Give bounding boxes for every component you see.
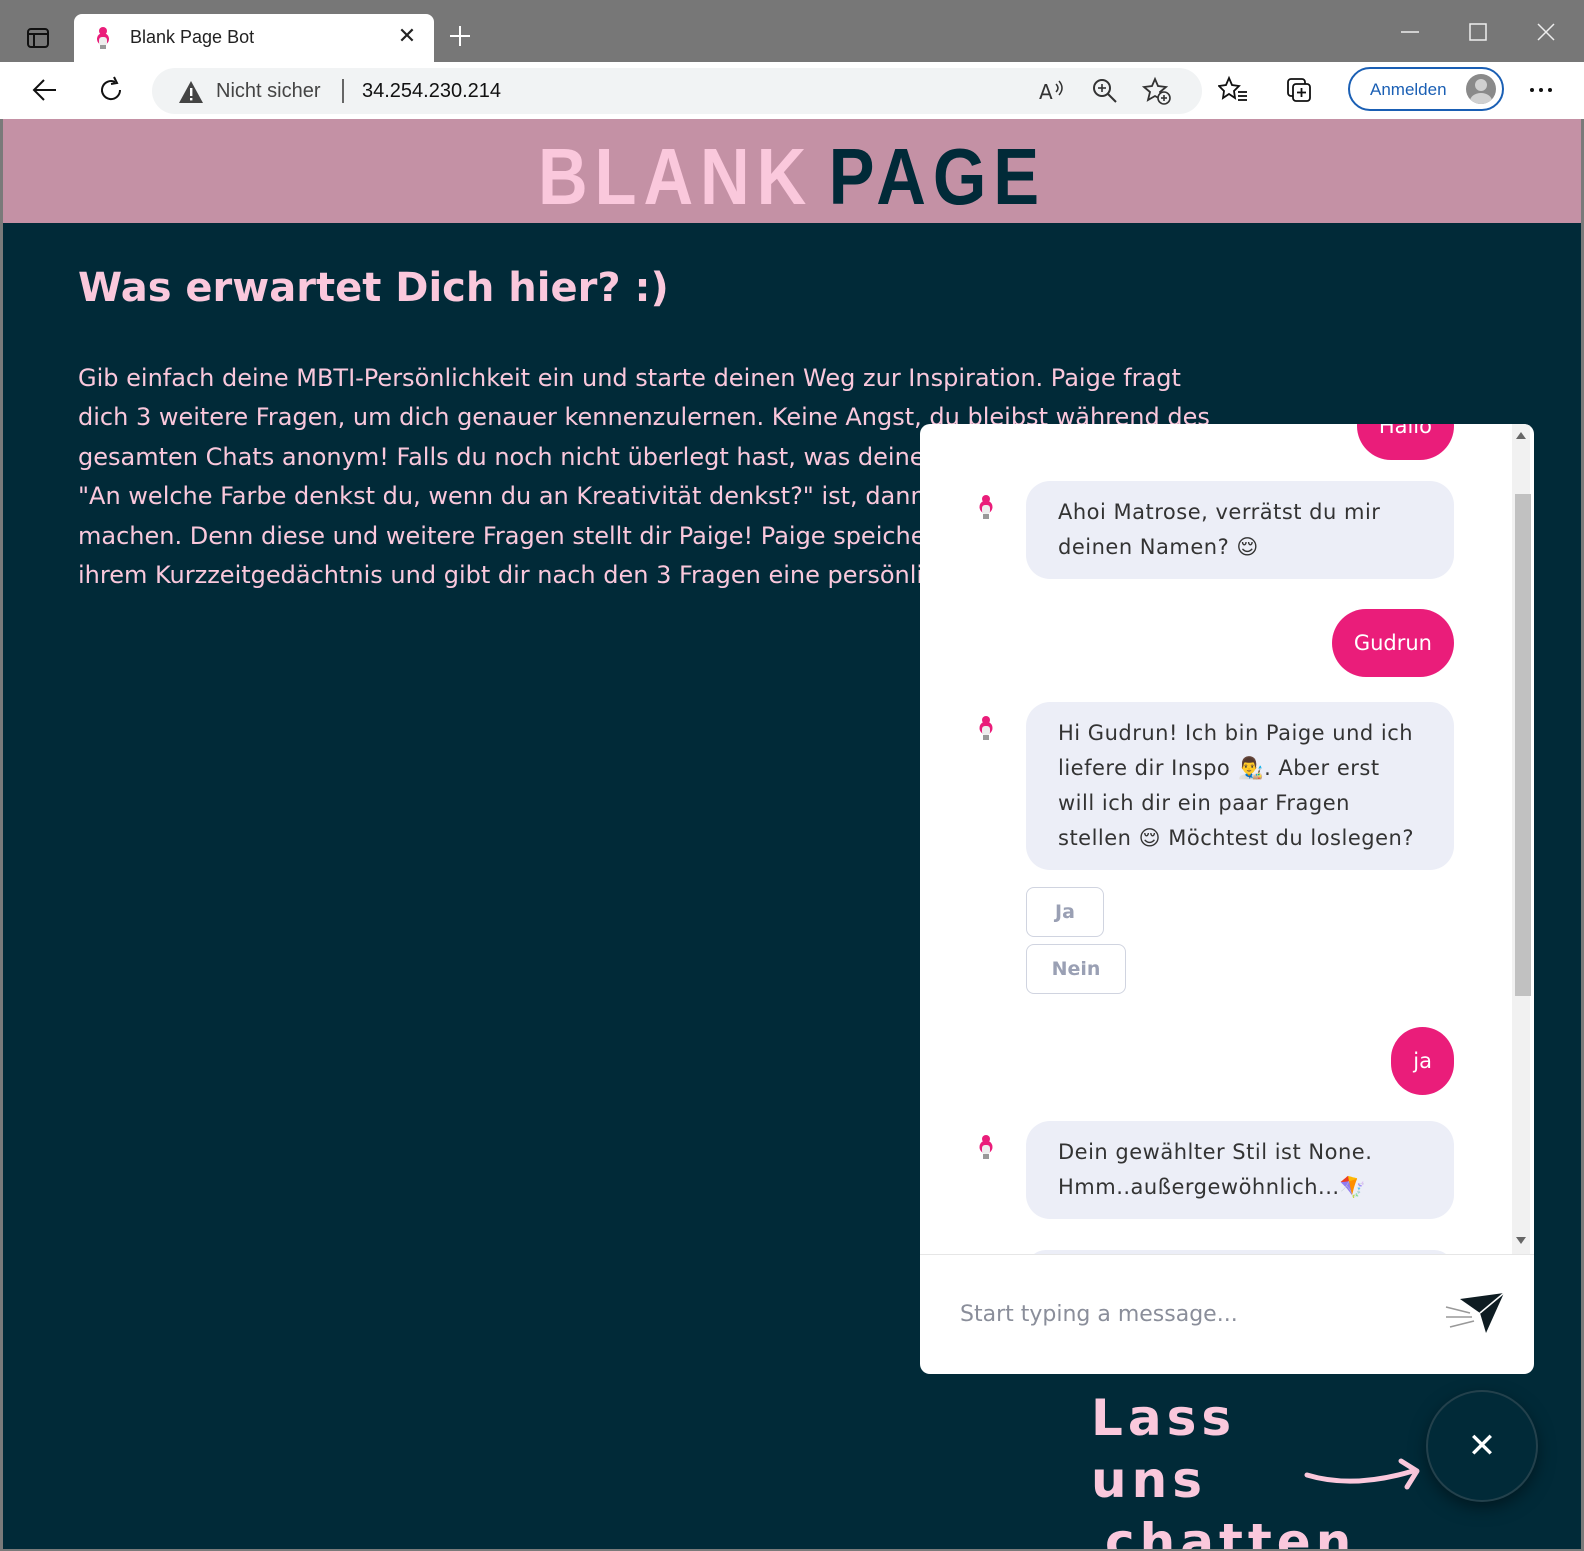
address-bar[interactable]: Nicht sicher 34.254.230.214 A (152, 68, 1202, 114)
message-input[interactable] (958, 1293, 1442, 1335)
tab-title: Blank Page Bot (130, 27, 255, 47)
read-aloud-icon[interactable]: A (1036, 76, 1066, 106)
signin-button[interactable]: Anmelden (1348, 67, 1504, 111)
back-icon[interactable] (30, 75, 60, 105)
close-chat-button[interactable]: ✕ (1428, 1392, 1536, 1500)
scroll-thumb[interactable] (1515, 494, 1531, 996)
chat-messages[interactable]: Hallo Ahoi Matrose, verrätst du mir dein… (920, 424, 1534, 1254)
site-header: BLANK PAGE (3, 119, 1581, 223)
user-message: Gudrun (1331, 609, 1454, 677)
bot-message: Hi Gudrun! Ich bin Paige und ich liefere… (1026, 702, 1454, 870)
browser-window: Blank Page Bot ✕ Nicht sicher 34.254.230… (0, 0, 1584, 1551)
address-separator (342, 79, 344, 103)
bot-message: Dein gewählter Stil ist None. Hmm..außer… (1026, 1121, 1454, 1219)
page-heading: Was erwartet Dich hier? :) (78, 265, 669, 311)
bot-avatar-icon (979, 716, 993, 740)
tab-blank-page-bot[interactable]: Blank Page Bot ✕ (74, 14, 434, 62)
collections-icon[interactable] (1284, 75, 1314, 105)
reload-icon[interactable] (96, 75, 126, 105)
scroll-up-arrow[interactable] (1516, 432, 1526, 439)
bot-avatar-icon (979, 1135, 993, 1159)
minimize-icon[interactable] (1398, 20, 1422, 44)
more-icon[interactable] (1526, 75, 1556, 105)
close-icon: ✕ (1467, 1426, 1497, 1466)
tab-strip: Blank Page Bot ✕ (0, 0, 1584, 62)
not-secure-label[interactable]: Nicht sicher (216, 80, 320, 103)
maximize-icon[interactable] (1466, 20, 1490, 44)
site-logo[interactable]: BLANK PAGE (113, 131, 1470, 223)
signin-label: Anmelden (1370, 80, 1447, 99)
tab-close-icon[interactable]: ✕ (394, 24, 420, 50)
chat-input-row (920, 1254, 1534, 1374)
browser-toolbar: Nicht sicher 34.254.230.214 A Anmelden (0, 62, 1584, 119)
user-message: Hallo (1356, 424, 1454, 460)
new-tab-icon[interactable] (446, 22, 474, 50)
cta-line2: chatten (1105, 1513, 1357, 1549)
web-page: BLANK PAGE Was erwartet Dich hier? :) Gib… (3, 119, 1581, 1549)
bot-message: Ahoi Matrose, verrätst du mir deinen Nam… (1026, 481, 1454, 579)
logo-page: PAGE (828, 132, 1047, 221)
warning-icon[interactable] (178, 80, 204, 104)
cta-arrow-icon (1304, 1458, 1420, 1490)
user-message: ja (1391, 1027, 1454, 1095)
chat-widget: Hallo Ahoi Matrose, verrätst du mir dein… (920, 424, 1534, 1374)
favicon-icon (97, 27, 109, 49)
svg-text:A: A (1039, 80, 1053, 104)
zoom-icon[interactable] (1090, 76, 1120, 106)
bot-avatar-icon (979, 495, 993, 519)
chat-scrollbar[interactable] (1512, 424, 1531, 1254)
quick-reply-nein[interactable]: Nein (1026, 944, 1126, 994)
url-text[interactable]: 34.254.230.214 (362, 80, 501, 103)
logo-blank: BLANK (537, 132, 814, 221)
sidebar-toggle-icon[interactable] (22, 22, 54, 54)
scroll-down-arrow[interactable] (1516, 1237, 1526, 1244)
profile-icon (1466, 74, 1496, 104)
window-close-icon[interactable] (1534, 20, 1558, 44)
send-icon[interactable] (1440, 1287, 1506, 1337)
add-favorite-icon[interactable] (1142, 76, 1172, 106)
quick-reply-ja[interactable]: Ja (1026, 887, 1104, 937)
favorites-icon[interactable] (1218, 75, 1248, 105)
